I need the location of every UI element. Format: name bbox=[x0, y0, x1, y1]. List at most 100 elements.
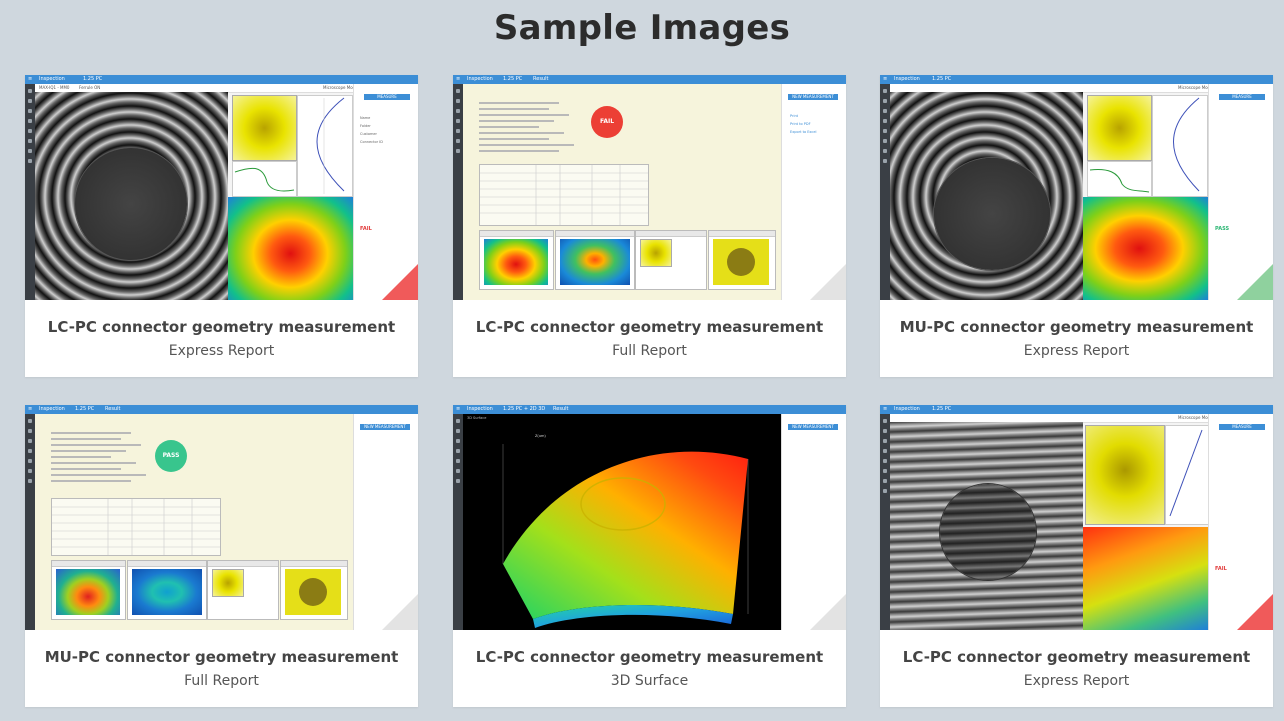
heatmap-3d bbox=[1083, 197, 1208, 300]
customer-label: Customer bbox=[360, 132, 378, 136]
fringe-image bbox=[890, 422, 1083, 630]
menu-icon: ≡ bbox=[883, 406, 888, 412]
name-label: Name bbox=[360, 116, 371, 120]
ferrule-label: 1.25 PC bbox=[83, 76, 103, 82]
screenshot-preview[interactable]: ≡ Inspection 1.25 PC Microscope Mode MEA… bbox=[880, 405, 1273, 630]
measure-button[interactable]: MEASURE bbox=[364, 94, 410, 100]
card-caption: LC-PC connector geometry measurement bbox=[475, 318, 824, 336]
measure-button[interactable]: MEASURE bbox=[1219, 94, 1265, 100]
thumb-3d-surface[interactable] bbox=[51, 560, 126, 620]
card-caption: LC-PC connector geometry measurement bbox=[902, 648, 1251, 666]
thumb-2d-views[interactable] bbox=[635, 230, 707, 290]
ferrule-status: Ferrule ON bbox=[79, 85, 101, 90]
surface-viewer[interactable]: 3D Surface Z(um) bbox=[463, 414, 782, 630]
ferrule-label: 1.25 PC bbox=[932, 406, 952, 412]
measure-button[interactable]: MEASURE bbox=[1219, 424, 1265, 430]
thumb-3d-surface[interactable] bbox=[479, 230, 554, 290]
breadcrumb-result: Result bbox=[533, 76, 549, 82]
app-topbar: ≡ Inspection 1.25 PC bbox=[25, 75, 418, 84]
measurement-table bbox=[51, 498, 221, 556]
screenshot-preview[interactable]: ≡ Inspection 1.25 PC Microscope Mode MEA… bbox=[880, 75, 1273, 300]
ferrule-label: 1.25 PC bbox=[75, 406, 95, 412]
profile-graph bbox=[297, 95, 353, 197]
fringe-image bbox=[890, 92, 1083, 300]
menu-icon: ≡ bbox=[28, 406, 33, 412]
thumb-microscope[interactable] bbox=[280, 560, 348, 620]
app-topbar: ≡ Inspection 1.25 PC Result bbox=[25, 405, 418, 414]
profile-graph bbox=[1165, 425, 1209, 525]
sample-card-1[interactable]: ≡ Inspection 1.25 PC MAX-IQ1 - MM0 Ferru… bbox=[25, 75, 418, 377]
thumb-3d-subtracted[interactable] bbox=[127, 560, 207, 620]
card-caption: LC-PC connector geometry measurement bbox=[47, 318, 396, 336]
new-measurement-button[interactable]: NEW MEASUREMENT bbox=[788, 94, 838, 100]
verdict-label: FAIL bbox=[360, 226, 372, 232]
sample-card-4[interactable]: ≡ Inspection 1.25 PC Result PASS NEW MEA… bbox=[25, 405, 418, 707]
app-topbar: ≡ Inspection 1.25 PC bbox=[880, 75, 1273, 84]
thumb-microscope[interactable] bbox=[708, 230, 776, 290]
print-link[interactable]: Print bbox=[790, 114, 798, 118]
page-curl bbox=[382, 594, 418, 630]
surface-3d bbox=[502, 444, 749, 628]
app-topbar: ≡ Inspection 1.25 PC + 2D 3D Result bbox=[453, 405, 846, 414]
app-side-rail bbox=[880, 84, 890, 300]
card-subcaption: Express Report bbox=[168, 343, 275, 359]
ferrule-top-view bbox=[1087, 95, 1152, 161]
ferrule-label: 1.25 PC bbox=[503, 76, 523, 82]
app-side-rail bbox=[25, 414, 35, 630]
new-measurement-button[interactable]: NEW MEASUREMENT bbox=[360, 424, 410, 430]
ferrule-top-view bbox=[232, 95, 297, 161]
app-right-panel: MEASURE FAIL bbox=[1208, 414, 1273, 630]
measurement-table bbox=[479, 164, 649, 226]
card-subcaption: Express Report bbox=[1023, 343, 1130, 359]
thumb-3d-subtracted[interactable] bbox=[555, 230, 635, 290]
sample-card-5[interactable]: ≡ Inspection 1.25 PC + 2D 3D Result 3D S… bbox=[453, 405, 846, 707]
export-excel-link[interactable]: Export to Excel bbox=[790, 130, 816, 134]
card-caption: MU-PC connector geometry measurement bbox=[899, 318, 1254, 336]
sample-card-6[interactable]: ≡ Inspection 1.25 PC Microscope Mode MEA… bbox=[880, 405, 1273, 707]
app-side-rail bbox=[25, 84, 35, 300]
menu-icon: ≡ bbox=[456, 406, 461, 412]
app-topbar: ≡ Inspection 1.25 PC Result bbox=[453, 75, 846, 84]
app-side-rail bbox=[453, 414, 463, 630]
report-sheet: PASS bbox=[35, 414, 354, 630]
breadcrumb-result: Result bbox=[105, 406, 121, 412]
app-right-panel: NEW MEASUREMENT bbox=[353, 414, 418, 630]
folder-label: Folder bbox=[360, 124, 371, 128]
tab-inspection: Inspection bbox=[894, 406, 920, 412]
verdict-badge: PASS bbox=[155, 440, 187, 472]
screenshot-preview[interactable]: ≡ Inspection 1.25 PC MAX-IQ1 - MM0 Ferru… bbox=[25, 75, 418, 300]
card-subcaption: Full Report bbox=[612, 343, 687, 359]
heatmap-3d bbox=[228, 197, 353, 300]
fail-corner bbox=[1237, 594, 1273, 630]
ferrule-label: 1.25 PC bbox=[932, 76, 952, 82]
app-right-panel: NEW MEASUREMENT bbox=[781, 414, 846, 630]
tab-inspection: Inspection bbox=[894, 76, 920, 82]
report-sheet: FAIL bbox=[463, 84, 782, 300]
thumb-2d-views[interactable] bbox=[207, 560, 279, 620]
sample-card-3[interactable]: ≡ Inspection 1.25 PC Microscope Mode MEA… bbox=[880, 75, 1273, 377]
card-caption: LC-PC connector geometry measurement bbox=[475, 648, 824, 666]
app-side-rail bbox=[880, 414, 890, 630]
screenshot-preview[interactable]: ≡ Inspection 1.25 PC + 2D 3D Result 3D S… bbox=[453, 405, 846, 630]
ferrule-top-view bbox=[1085, 425, 1165, 525]
cross-section-graph bbox=[1087, 161, 1152, 197]
verdict-label: FAIL bbox=[1215, 566, 1227, 572]
screenshot-preview[interactable]: ≡ Inspection 1.25 PC Result FAIL NEW MEA… bbox=[453, 75, 846, 300]
page-curl bbox=[810, 264, 846, 300]
card-subcaption: Express Report bbox=[1023, 673, 1130, 689]
tab-inspection: Inspection bbox=[467, 406, 493, 412]
tab-inspection: Inspection bbox=[467, 76, 493, 82]
screenshot-preview[interactable]: ≡ Inspection 1.25 PC Result PASS NEW MEA… bbox=[25, 405, 418, 630]
verdict-label: PASS bbox=[1215, 226, 1230, 232]
pass-corner bbox=[1237, 264, 1273, 300]
sample-card-2[interactable]: ≡ Inspection 1.25 PC Result FAIL NEW MEA… bbox=[453, 75, 846, 377]
cross-section-graph bbox=[232, 161, 297, 197]
tab-inspection: Inspection bbox=[39, 76, 65, 82]
card-subcaption: Full Report bbox=[184, 673, 259, 689]
new-measurement-button[interactable]: NEW MEASUREMENT bbox=[788, 424, 838, 430]
print-pdf-link[interactable]: Print to PDF bbox=[790, 122, 811, 126]
fringe-image bbox=[35, 92, 228, 300]
card-subcaption: 3D Surface bbox=[610, 673, 689, 689]
menu-icon: ≡ bbox=[28, 76, 33, 82]
menu-icon: ≡ bbox=[456, 76, 461, 82]
